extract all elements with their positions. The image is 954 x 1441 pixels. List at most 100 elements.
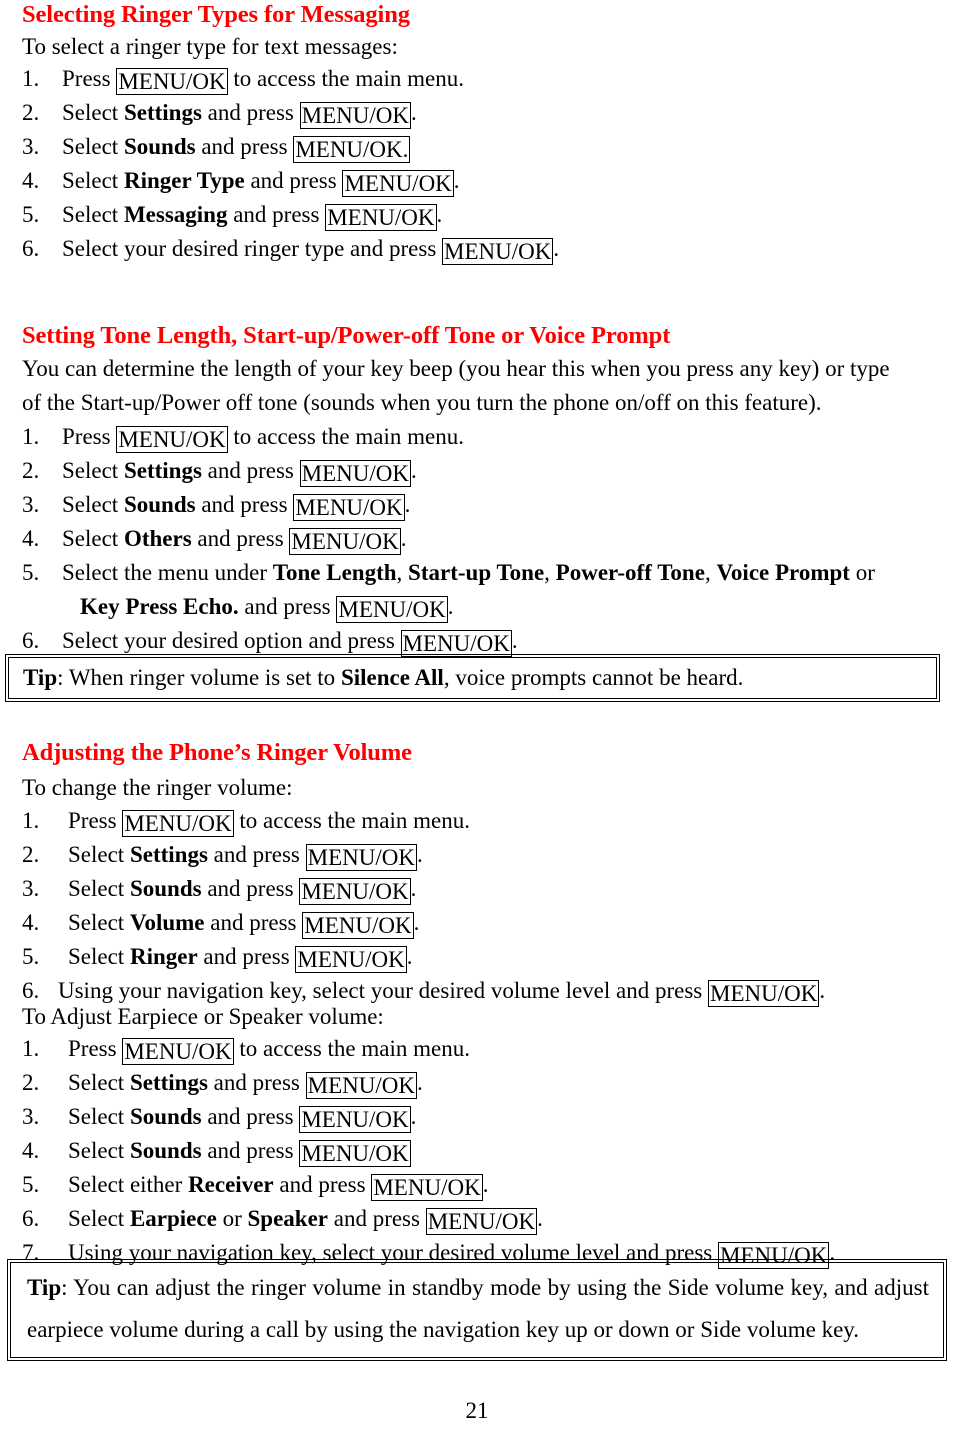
menu-ok-key[interactable]: MENU/OK bbox=[299, 460, 411, 487]
step-number: 1. bbox=[22, 66, 40, 91]
step-number: 2. bbox=[22, 100, 40, 125]
menu-term: Sounds bbox=[123, 492, 196, 517]
list-item: 6. Select your desired option and press M… bbox=[0, 624, 940, 658]
step-text-post: . bbox=[410, 1104, 417, 1129]
menu-ok-key[interactable]: MENU/OK bbox=[289, 528, 401, 555]
list-item: 4. Select Ringer Type and press MENU/OK. bbox=[0, 164, 940, 198]
step-text-post: . bbox=[447, 594, 454, 619]
step-number: 6. bbox=[22, 628, 40, 653]
step-text-pre: Select bbox=[62, 134, 124, 159]
intro-text-line-2: of the Start-up/Power off tone (sounds w… bbox=[22, 390, 822, 415]
menu-ok-key[interactable]: MENU/OK bbox=[299, 102, 411, 129]
intro-text: To change the ringer volume: bbox=[22, 775, 293, 800]
menu-ok-key[interactable]: MENU/OK bbox=[425, 1208, 538, 1235]
step-text-pre: Select bbox=[68, 1070, 130, 1095]
menu-ok-key[interactable]: MENU/OK bbox=[305, 844, 417, 871]
section-3-subintro: To Adjust Earpiece or Speaker volume: bbox=[22, 1000, 942, 1034]
menu-term: Ringer Type bbox=[123, 168, 245, 193]
step-number: 5. bbox=[22, 560, 40, 585]
menu-ok-key[interactable]: MENU/OK bbox=[342, 170, 454, 197]
menu-term: Speaker bbox=[247, 1206, 328, 1231]
menu-ok-key[interactable]: MENU/OK bbox=[400, 630, 512, 657]
step-number: 1. bbox=[22, 424, 40, 449]
step-text-post: . bbox=[436, 202, 443, 227]
menu-term: Sounds bbox=[129, 1104, 202, 1129]
menu-term: Receiver bbox=[188, 1172, 274, 1197]
section-heading: Adjusting the Phone’s Ringer Volume bbox=[22, 739, 412, 766]
step-text-mid: and press bbox=[201, 100, 300, 125]
menu-ok-key[interactable]: MENU/OK bbox=[293, 494, 405, 521]
list-item: 3. Select Sounds and press MENU/OK. bbox=[0, 488, 940, 522]
step-text-post: . bbox=[482, 1172, 489, 1197]
step-text-pre: Select bbox=[62, 526, 124, 551]
step-text-pre: Select bbox=[68, 842, 130, 867]
step-number: 4. bbox=[22, 910, 40, 935]
tip-content: Tip: When ringer volume is set to Silenc… bbox=[9, 658, 936, 698]
document-page: Selecting Ringer Types for Messaging To … bbox=[0, 0, 954, 1441]
step-text-post: to access the main menu. bbox=[227, 424, 464, 449]
step-number: 1. bbox=[22, 808, 40, 833]
step-text-pre: Select bbox=[68, 876, 130, 901]
menu-ok-key[interactable]: MENU/OK bbox=[122, 1038, 234, 1065]
list-item: 3. Select Sounds and press MENU/OK. bbox=[0, 1100, 940, 1134]
list-item: 1. Press MENU/OK to access the main menu. bbox=[0, 62, 940, 96]
menu-term: Tone Length bbox=[272, 560, 397, 585]
list-item: 1. Press MENU/OK to access the main menu. bbox=[0, 420, 940, 454]
step-number: 5. bbox=[22, 202, 40, 227]
menu-ok-key[interactable]: MENU/OK bbox=[302, 912, 414, 939]
step-number: 4. bbox=[22, 168, 40, 193]
menu-ok-key[interactable]: MENU/OK bbox=[116, 68, 228, 95]
step-text-pre: Select bbox=[68, 910, 130, 935]
step-text-pre: Select bbox=[62, 168, 124, 193]
intro-text: To select a ringer type for text message… bbox=[22, 34, 398, 59]
menu-term: Silence All bbox=[340, 665, 444, 690]
tip-content: Tip: You can adjust the ringer volume in… bbox=[11, 1263, 943, 1357]
step-text-post: . bbox=[410, 876, 417, 901]
menu-ok-key[interactable]: MENU/OK bbox=[116, 426, 228, 453]
step-text-mid: and press bbox=[201, 1104, 300, 1129]
step-text-post: . bbox=[410, 458, 417, 483]
step-text-post: . bbox=[406, 944, 413, 969]
step-text-pre: Select bbox=[68, 1206, 130, 1231]
step-number: 3. bbox=[22, 1104, 40, 1129]
tip-label: Tip bbox=[27, 1275, 62, 1300]
step-text-mid-2: or bbox=[216, 1206, 248, 1231]
step-text-mid: and press bbox=[195, 134, 294, 159]
step-number: 4. bbox=[22, 526, 40, 551]
list-item: 2. Select Settings and press MENU/OK. bbox=[0, 96, 940, 130]
step-text-post: . bbox=[400, 526, 407, 551]
menu-ok-key[interactable]: MENU/OK bbox=[371, 1174, 483, 1201]
list-item: 5. Select the menu under Tone Length, Sta… bbox=[0, 556, 940, 624]
menu-ok-key[interactable]: MENU/OK. bbox=[293, 136, 411, 163]
step-text-pre: Press bbox=[62, 424, 117, 449]
section-heading: Setting Tone Length, Start-up/Power-off … bbox=[22, 322, 671, 349]
list-item: 4. Select Others and press MENU/OK. bbox=[0, 522, 940, 556]
intro-text-line-1: You can determine the length of your key… bbox=[22, 356, 890, 381]
menu-term: Sounds bbox=[129, 1138, 202, 1163]
step-text-mid: and press bbox=[204, 910, 303, 935]
step-text-tail: or bbox=[849, 560, 875, 585]
menu-term: Settings bbox=[123, 458, 202, 483]
menu-ok-key[interactable]: MENU/OK bbox=[325, 204, 437, 231]
list-item: 4. Select Volume and press MENU/OK. bbox=[0, 906, 940, 940]
step-text-pre: Select bbox=[62, 100, 124, 125]
menu-ok-key[interactable]: MENU/OK bbox=[442, 238, 554, 265]
step-text-mid: and press bbox=[244, 168, 343, 193]
menu-ok-key[interactable]: MENU/OK bbox=[295, 946, 407, 973]
menu-term: Volume bbox=[129, 910, 205, 935]
step-number: 3. bbox=[22, 134, 40, 159]
menu-ok-key[interactable]: MENU/OK bbox=[336, 596, 448, 623]
menu-ok-key[interactable]: MENU/OK bbox=[299, 1106, 411, 1133]
list-item: 5. Select Ringer and press MENU/OK. bbox=[0, 940, 940, 974]
menu-ok-key[interactable]: MENU/OK bbox=[305, 1072, 417, 1099]
tip-text: : You can adjust the ringer volume in st… bbox=[27, 1275, 929, 1342]
step-continuation: Key Press Echo. and press MENU/OK. bbox=[62, 590, 940, 624]
step-text-post: to access the main menu. bbox=[233, 1036, 470, 1061]
step-number: 2. bbox=[22, 842, 40, 867]
menu-ok-key[interactable]: MENU/OK bbox=[299, 1140, 411, 1167]
step-text-post: . bbox=[553, 236, 560, 261]
menu-ok-key[interactable]: MENU/OK bbox=[299, 878, 411, 905]
step-text-post: . bbox=[416, 842, 423, 867]
step-number: 4. bbox=[22, 1138, 40, 1163]
menu-ok-key[interactable]: MENU/OK bbox=[122, 810, 234, 837]
